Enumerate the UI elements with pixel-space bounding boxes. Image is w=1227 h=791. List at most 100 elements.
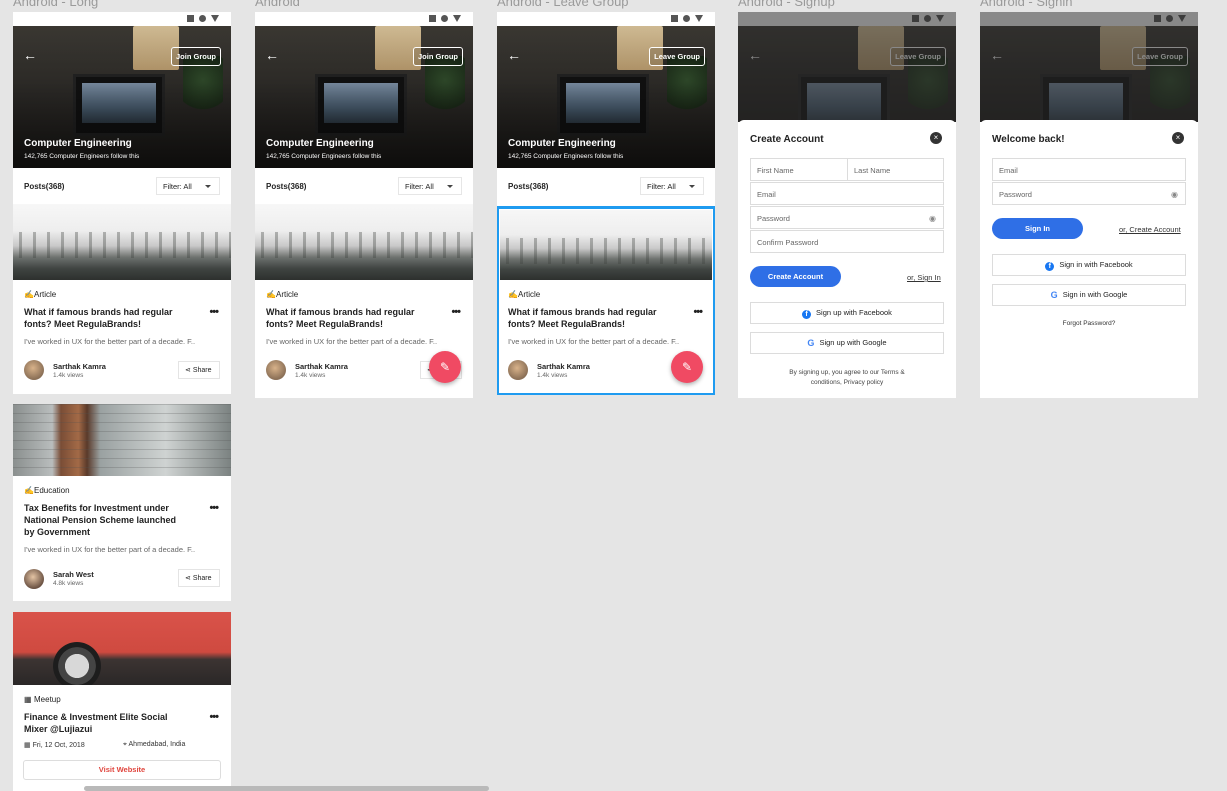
modal-scrim[interactable] bbox=[738, 12, 956, 122]
post-tag: ✍Article bbox=[508, 290, 541, 299]
google-signup-button[interactable]: G Sign up with Google bbox=[750, 332, 944, 354]
post-title[interactable]: Finance & Investment Elite Social Mixer @… bbox=[24, 711, 168, 735]
facebook-signup-button[interactable]: f Sign up with Facebook bbox=[750, 302, 944, 324]
calendar-icon: ▦ bbox=[24, 742, 31, 749]
eye-icon[interactable]: ◉ bbox=[1171, 190, 1178, 199]
eye-icon[interactable]: ◉ bbox=[929, 214, 936, 223]
caret-down-icon bbox=[205, 185, 211, 188]
first-name-field[interactable]: First Name bbox=[750, 158, 848, 181]
sign-in-link[interactable]: or, Sign In bbox=[907, 273, 941, 282]
author-name[interactable]: Sarthak Kamra bbox=[295, 362, 348, 371]
compose-fab[interactable]: ✎ bbox=[429, 351, 461, 383]
battery-icon bbox=[695, 15, 703, 22]
share-button[interactable]: ⋖ Share bbox=[178, 361, 220, 379]
filter-dropdown[interactable]: Filter: All bbox=[640, 177, 704, 195]
back-arrow-icon[interactable]: ← bbox=[507, 48, 521, 62]
forgot-password-link[interactable]: Forgot Password? bbox=[980, 320, 1198, 327]
post-excerpt: I've worked in UX for the better part of… bbox=[266, 337, 438, 346]
post-card-meetup: ▦ Meetup Finance & Investment Elite Socia… bbox=[13, 612, 231, 791]
avatar[interactable] bbox=[266, 360, 286, 380]
post-cover-image[interactable] bbox=[255, 204, 473, 280]
close-icon[interactable]: × bbox=[1172, 132, 1184, 144]
calendar-icon: ▦ bbox=[24, 695, 32, 704]
compose-fab[interactable]: ✎ bbox=[671, 351, 703, 383]
confirm-password-field[interactable]: Confirm Password bbox=[750, 230, 944, 253]
caret-down-icon bbox=[689, 185, 695, 188]
battery-icon bbox=[453, 15, 461, 22]
more-options-icon[interactable]: ••• bbox=[209, 711, 219, 723]
modal-title: Create Account bbox=[750, 134, 824, 145]
modal-scrim[interactable] bbox=[980, 12, 1198, 122]
post-cover-image[interactable] bbox=[13, 204, 231, 280]
post-title[interactable]: What if famous brands had regular fonts? … bbox=[508, 306, 657, 330]
share-icon: ⋖ bbox=[185, 575, 193, 582]
post-title[interactable]: What if famous brands had regular fonts? … bbox=[266, 306, 415, 330]
battery-icon bbox=[211, 15, 219, 22]
email-field[interactable]: Email bbox=[750, 182, 944, 205]
author-name[interactable]: Sarthak Kamra bbox=[537, 362, 590, 371]
filter-dropdown[interactable]: Filter: All bbox=[398, 177, 462, 195]
post-title[interactable]: Tax Benefits for Investment under Nationa… bbox=[24, 502, 176, 538]
posts-count: Posts(368) bbox=[266, 182, 307, 191]
post-cover-image[interactable] bbox=[13, 612, 231, 685]
record-icon bbox=[683, 15, 690, 22]
post-excerpt: I've worked in UX for the better part of… bbox=[24, 337, 196, 346]
facebook-icon: f bbox=[802, 310, 812, 319]
artboard-title: Android - Long bbox=[13, 0, 99, 9]
post-cover-image[interactable] bbox=[13, 404, 231, 476]
password-field[interactable]: Password ◉ bbox=[992, 182, 1186, 205]
post-tag: ▦ Meetup bbox=[24, 695, 61, 704]
artboard-title: Android bbox=[255, 0, 300, 9]
post-card-selected[interactable]: ✍Article What if famous brands had regul… bbox=[497, 206, 715, 395]
status-bar bbox=[497, 12, 715, 26]
post-title[interactable]: What if famous brands had regular fonts? … bbox=[24, 306, 173, 330]
post-excerpt: I've worked in UX for the better part of… bbox=[24, 545, 196, 554]
google-signin-button[interactable]: G Sign in with Google bbox=[992, 284, 1186, 306]
status-bar bbox=[255, 12, 473, 26]
avatar[interactable] bbox=[24, 360, 44, 380]
last-name-field[interactable]: Last Name bbox=[847, 158, 944, 181]
post-tag: ✍Article bbox=[24, 290, 57, 299]
visit-website-button[interactable]: Visit Website bbox=[23, 760, 221, 780]
more-options-icon[interactable]: ••• bbox=[209, 502, 219, 514]
share-button[interactable]: ⋖ Share bbox=[178, 569, 220, 587]
article-icon: ✍ bbox=[508, 290, 518, 299]
horizontal-scrollbar[interactable] bbox=[84, 786, 489, 791]
post-tag: ✍Article bbox=[266, 290, 299, 299]
phone-frame: ← Leave Group Create Account × First Nam… bbox=[738, 12, 956, 398]
avatar[interactable] bbox=[508, 360, 528, 380]
more-options-icon[interactable]: ••• bbox=[693, 306, 703, 318]
artboard-title: Android - Leave Group bbox=[497, 0, 629, 9]
more-options-icon[interactable]: ••• bbox=[451, 306, 461, 318]
pencil-icon: ✎ bbox=[681, 360, 693, 374]
group-title: Computer Engineering bbox=[24, 138, 132, 149]
post-cover-image[interactable] bbox=[500, 210, 712, 280]
facebook-signin-button[interactable]: f Sign in with Facebook bbox=[992, 254, 1186, 276]
google-icon: G bbox=[1050, 290, 1058, 300]
back-arrow-icon[interactable]: ← bbox=[265, 48, 279, 62]
avatar[interactable] bbox=[24, 569, 44, 589]
create-account-link[interactable]: or, Create Account bbox=[1119, 225, 1181, 234]
group-followers: 142,765 Computer Engineers follow this bbox=[24, 153, 140, 160]
more-options-icon[interactable]: ••• bbox=[209, 306, 219, 318]
share-icon: ⋖ bbox=[185, 367, 193, 374]
signal-icon bbox=[429, 15, 436, 22]
leave-group-button[interactable]: Leave Group bbox=[649, 47, 705, 66]
posts-count: Posts(368) bbox=[24, 182, 65, 191]
author-name[interactable]: Sarthak Kamra bbox=[53, 362, 106, 371]
signal-icon bbox=[671, 15, 678, 22]
join-group-button[interactable]: Join Group bbox=[413, 47, 463, 66]
pencil-icon: ✎ bbox=[439, 360, 451, 374]
facebook-icon: f bbox=[1045, 262, 1055, 271]
close-icon[interactable]: × bbox=[930, 132, 942, 144]
author-name[interactable]: Sarah West bbox=[53, 570, 94, 579]
posts-header: Posts(368) Filter: All bbox=[497, 168, 715, 204]
password-field[interactable]: Password ◉ bbox=[750, 206, 944, 229]
filter-dropdown[interactable]: Filter: All bbox=[156, 177, 220, 195]
create-account-button[interactable]: Create Account bbox=[750, 266, 841, 287]
view-count: 1.4k views bbox=[53, 372, 84, 379]
sign-in-button[interactable]: Sign In bbox=[992, 218, 1083, 239]
join-group-button[interactable]: Join Group bbox=[171, 47, 221, 66]
email-field[interactable]: Email bbox=[992, 158, 1186, 181]
back-arrow-icon[interactable]: ← bbox=[23, 48, 37, 62]
